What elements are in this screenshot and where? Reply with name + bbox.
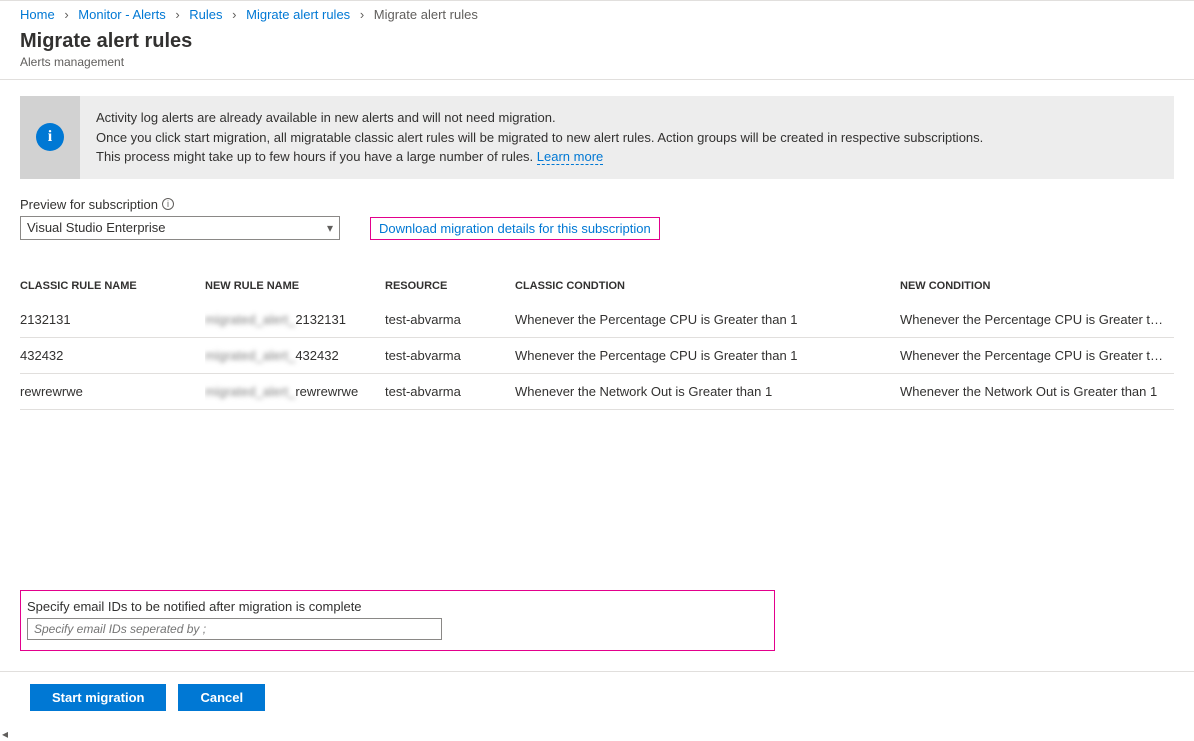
- scroll-left-arrow-icon[interactable]: ◂: [2, 727, 8, 741]
- breadcrumb-rules[interactable]: Rules: [189, 7, 222, 22]
- col-new-condition: NEW CONDITION: [900, 270, 1174, 302]
- page-subtitle: Alerts management: [20, 55, 1174, 69]
- rules-table: CLASSIC RULE NAME NEW RULE NAME RESOURCE…: [20, 270, 1174, 410]
- breadcrumb-home[interactable]: Home: [20, 7, 55, 22]
- cell-new-rule: migrated_alert_432432: [205, 338, 385, 373]
- table-row: 432432 migrated_alert_432432 test-abvarm…: [20, 338, 1174, 374]
- info-line2: Once you click start migration, all migr…: [96, 128, 983, 148]
- table-row: 2132131 migrated_alert_2132131 test-abva…: [20, 302, 1174, 338]
- cell-new-rule: migrated_alert_2132131: [205, 302, 385, 337]
- email-input[interactable]: [27, 618, 442, 640]
- email-label: Specify email IDs to be notified after m…: [27, 599, 768, 614]
- cell-resource: test-abvarma: [385, 374, 515, 409]
- cancel-button[interactable]: Cancel: [178, 684, 265, 711]
- cell-classic-rule: rewrewrwe: [20, 374, 205, 409]
- col-new-rule: NEW RULE NAME: [205, 270, 385, 302]
- col-classic-condition: CLASSIC CONDTION: [515, 270, 900, 302]
- info-tooltip-icon[interactable]: i: [162, 198, 174, 210]
- subscription-selected-value: Visual Studio Enterprise: [27, 220, 166, 235]
- col-resource: RESOURCE: [385, 270, 515, 302]
- cell-classic-cond: Whenever the Network Out is Greater than…: [515, 374, 900, 409]
- cell-classic-cond: Whenever the Percentage CPU is Greater t…: [515, 338, 900, 373]
- cell-classic-rule: 2132131: [20, 302, 205, 337]
- breadcrumb-monitor-alerts[interactable]: Monitor - Alerts: [78, 7, 165, 22]
- breadcrumb: Home › Monitor - Alerts › Rules › Migrat…: [0, 1, 1194, 26]
- start-migration-button[interactable]: Start migration: [30, 684, 166, 711]
- cell-classic-rule: 432432: [20, 338, 205, 373]
- cell-new-cond: Whenever the Network Out is Greater than…: [900, 374, 1174, 409]
- cell-new-rule: migrated_alert_rewrewrwe: [205, 374, 385, 409]
- info-line3: This process might take up to few hours …: [96, 149, 537, 164]
- info-icon: i: [36, 123, 64, 151]
- cell-classic-cond: Whenever the Percentage CPU is Greater t…: [515, 302, 900, 337]
- cell-resource: test-abvarma: [385, 338, 515, 373]
- download-migration-details-link[interactable]: Download migration details for this subs…: [379, 221, 651, 236]
- subscription-select[interactable]: Visual Studio Enterprise ▾: [20, 216, 340, 240]
- col-classic-rule: CLASSIC RULE NAME: [20, 270, 205, 302]
- cell-new-cond: Whenever the Percentage CPU is Greater t…: [900, 302, 1174, 337]
- info-line1: Activity log alerts are already availabl…: [96, 108, 983, 128]
- learn-more-link[interactable]: Learn more: [537, 149, 603, 165]
- breadcrumb-current: Migrate alert rules: [374, 7, 478, 22]
- info-banner: i Activity log alerts are already availa…: [20, 96, 1174, 179]
- chevron-down-icon: ▾: [327, 221, 333, 235]
- cell-resource: test-abvarma: [385, 302, 515, 337]
- cell-new-cond: Whenever the Percentage CPU is Greater t…: [900, 338, 1174, 373]
- breadcrumb-migrate-alert-rules[interactable]: Migrate alert rules: [246, 7, 350, 22]
- preview-label: Preview for subscription: [20, 197, 158, 212]
- table-row: rewrewrwe migrated_alert_rewrewrwe test-…: [20, 374, 1174, 410]
- page-title: Migrate alert rules: [20, 30, 1174, 53]
